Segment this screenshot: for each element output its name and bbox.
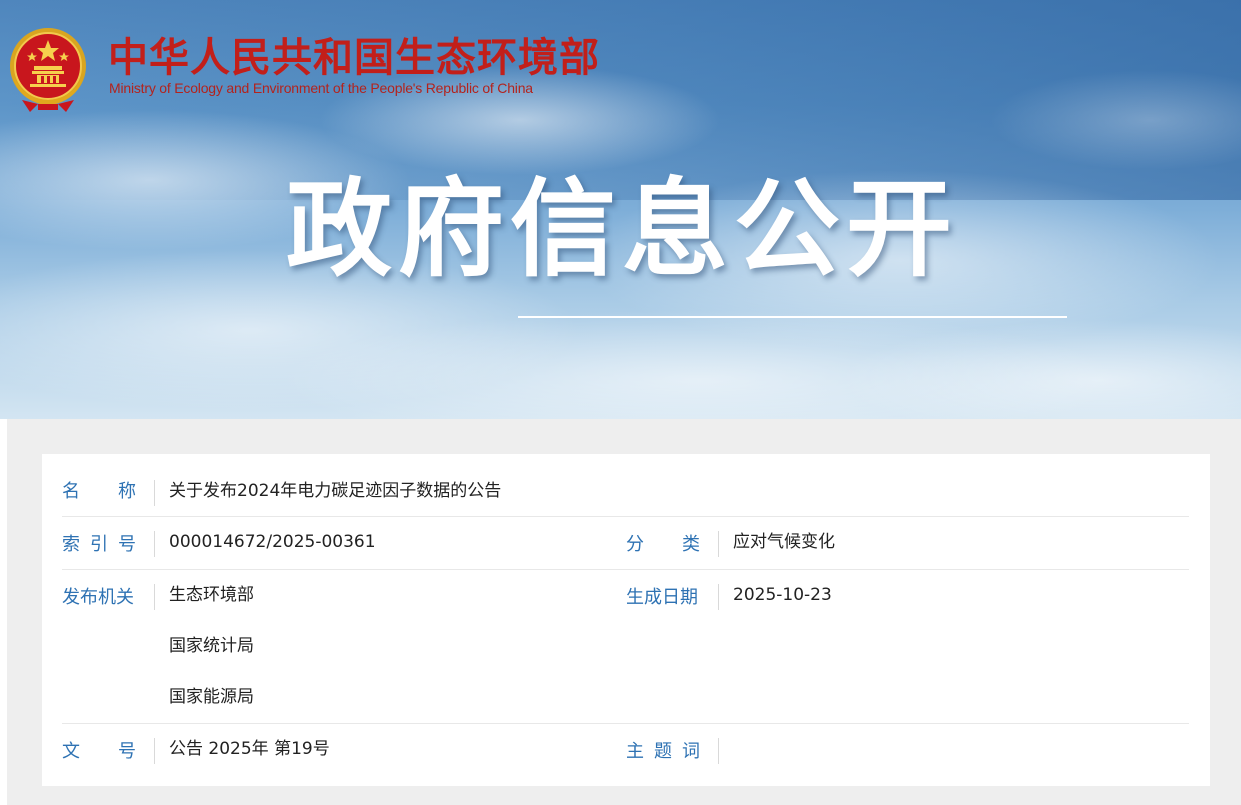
value-doc-no: 公告 2025年 第19号 bbox=[169, 739, 330, 759]
content-area: 名 称 关于发布2024年电力碳足迹因子数据的公告 索 引 号 00001467… bbox=[7, 419, 1241, 805]
label-name: 名 称 bbox=[62, 481, 136, 502]
separator bbox=[154, 738, 155, 764]
label-category: 分 类 bbox=[626, 534, 700, 555]
row-name: 名 称 关于发布2024年电力碳足迹因子数据的公告 bbox=[62, 454, 1189, 517]
value-index-no: 000014672/2025-00361 bbox=[169, 532, 376, 552]
separator bbox=[718, 738, 719, 764]
separator bbox=[154, 531, 155, 557]
value-publisher-3: 国家能源局 bbox=[169, 687, 254, 707]
value-name: 关于发布2024年电力碳足迹因子数据的公告 bbox=[169, 481, 502, 501]
national-emblem-icon bbox=[10, 28, 86, 112]
header-banner: 中华人民共和国生态环境部 Ministry of Ecology and Env… bbox=[0, 0, 1241, 419]
label-keywords: 主 题 词 bbox=[626, 741, 700, 762]
label-index-no: 索 引 号 bbox=[62, 534, 136, 555]
separator bbox=[154, 584, 155, 610]
label-doc-no: 文 号 bbox=[62, 741, 136, 762]
separator bbox=[718, 531, 719, 557]
value-publisher-1: 生态环境部 bbox=[169, 585, 254, 605]
label-publisher: 发布机关 bbox=[62, 587, 134, 608]
banner-title: 政府信息公开 bbox=[286, 168, 958, 291]
separator bbox=[718, 584, 719, 610]
row-index: 索 引 号 000014672/2025-00361 分 类 应对气候变化 bbox=[62, 517, 1189, 570]
label-date: 生成日期 bbox=[626, 587, 698, 608]
row-doc-no: 文 号 公告 2025年 第19号 主 题 词 bbox=[62, 724, 1189, 782]
separator bbox=[154, 480, 155, 506]
info-table: 名 称 关于发布2024年电力碳足迹因子数据的公告 索 引 号 00001467… bbox=[42, 454, 1210, 786]
title-underline bbox=[518, 316, 1067, 318]
value-date: 2025-10-23 bbox=[733, 585, 832, 605]
value-publisher-2: 国家统计局 bbox=[169, 636, 254, 656]
site-name-cn[interactable]: 中华人民共和国生态环境部 bbox=[108, 34, 600, 82]
site-name-en[interactable]: Ministry of Ecology and Environment of t… bbox=[109, 80, 533, 96]
row-publisher: 发布机关 生态环境部 国家统计局 国家能源局 生成日期 2025-10-23 bbox=[62, 570, 1189, 724]
value-category: 应对气候变化 bbox=[733, 532, 835, 552]
